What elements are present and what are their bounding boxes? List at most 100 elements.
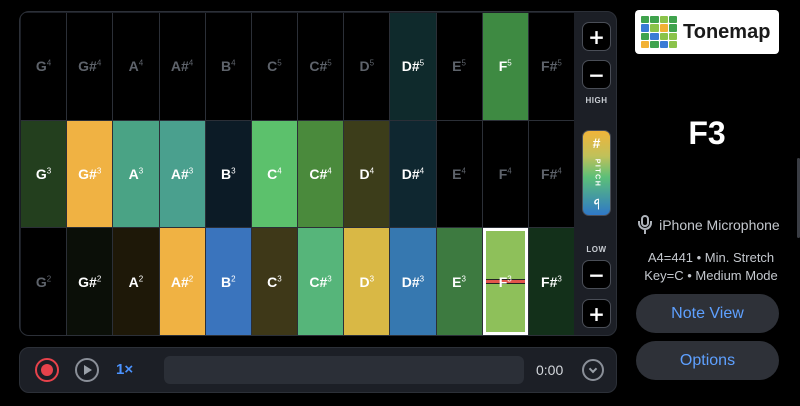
note-cell[interactable]: A4	[113, 13, 159, 120]
note-cell[interactable]: G#2	[67, 228, 113, 335]
note-label: A#3	[170, 165, 194, 182]
note-cell[interactable]: B3	[205, 120, 251, 228]
note-label: D3	[359, 273, 375, 290]
low-label: LOW	[586, 245, 607, 254]
note-label: E3	[452, 273, 466, 290]
note-cell[interactable]: D5	[344, 13, 390, 120]
note-cell[interactable]: G4	[21, 13, 67, 120]
input-device-name: iPhone Microphone	[659, 217, 780, 233]
play-icon	[84, 365, 92, 375]
note-cell[interactable]: C#5	[298, 13, 344, 120]
recording-timeline[interactable]	[164, 356, 524, 384]
note-cell[interactable]: G3	[21, 120, 67, 228]
note-label: G3	[35, 165, 52, 182]
note-cell[interactable]: G#3	[67, 120, 113, 228]
high-octave-down-button[interactable]: −	[582, 60, 611, 89]
note-label: C5	[267, 58, 282, 75]
options-button[interactable]: Options	[636, 341, 779, 380]
note-label: G#3	[78, 165, 102, 182]
note-label: C#4	[309, 165, 332, 182]
current-note-display: F3	[688, 115, 726, 151]
note-label: A#2	[170, 273, 194, 290]
note-cell[interactable]: E5	[436, 13, 482, 120]
note-label: G2	[35, 273, 52, 290]
pitch-label: PITCH	[593, 158, 600, 188]
note-label: B2	[220, 273, 236, 290]
note-cell[interactable]: A#3	[159, 120, 205, 228]
note-cell[interactable]: F#5	[528, 13, 574, 120]
low-octave-up-button[interactable]: +	[582, 299, 611, 328]
note-label: C4	[267, 165, 282, 182]
note-cell[interactable]: F#3	[528, 228, 574, 335]
record-button[interactable]	[35, 358, 59, 382]
tuning-settings: A4=441 • Min. Stretch	[647, 250, 775, 265]
note-cell[interactable]: C3	[251, 228, 297, 335]
note-cell[interactable]: F5	[482, 13, 528, 120]
note-label: A#4	[170, 58, 194, 75]
note-label: A2	[128, 273, 144, 290]
tonemap-logo-icon	[641, 16, 677, 48]
pitch-slider[interactable]: # PITCH ♭	[582, 130, 611, 216]
key-mode-settings: Key=C • Medium Mode	[644, 268, 778, 283]
note-cell[interactable]: G2	[21, 228, 67, 335]
chevron-down-icon	[588, 364, 598, 373]
note-label: G#4	[78, 58, 102, 75]
note-label: C3	[267, 273, 282, 290]
flat-icon: ♭	[593, 196, 600, 212]
note-cell[interactable]: D#4	[390, 120, 436, 228]
note-view-button[interactable]: Note View	[636, 294, 779, 333]
note-label: F5	[498, 58, 512, 75]
note-cell[interactable]: E3	[436, 228, 482, 335]
note-label: B4	[220, 58, 236, 75]
note-label: E5	[452, 58, 466, 75]
note-cell[interactable]: C5	[251, 13, 297, 120]
note-label: C#3	[309, 273, 332, 290]
note-cell[interactable]: F3	[482, 228, 528, 335]
note-cell[interactable]: A3	[113, 120, 159, 228]
note-cell[interactable]: D3	[344, 228, 390, 335]
note-label: B3	[220, 165, 236, 182]
playback-speed-button[interactable]: 1×	[116, 361, 133, 378]
octave-controls: + − HIGH # PITCH ♭ LOW − +	[576, 12, 616, 335]
note-label: F#3	[541, 273, 562, 290]
note-cell[interactable]: C#4	[298, 120, 344, 228]
low-octave-down-button[interactable]: −	[582, 260, 611, 289]
transport-bar: 1× 0:00	[19, 347, 617, 393]
note-label: E4	[452, 165, 466, 182]
app-name: Tonemap	[683, 20, 771, 43]
high-label: HIGH	[585, 96, 608, 105]
note-cell[interactable]: D4	[344, 120, 390, 228]
play-button[interactable]	[75, 358, 99, 382]
note-cell[interactable]: C#3	[298, 228, 344, 335]
note-cell[interactable]: A2	[113, 228, 159, 335]
note-cell[interactable]: C4	[251, 120, 297, 228]
note-cell[interactable]: D#3	[390, 228, 436, 335]
note-label: C#5	[309, 58, 332, 75]
note-label: F3	[498, 273, 512, 290]
note-label: F#4	[541, 165, 562, 182]
note-cell[interactable]: B2	[205, 228, 251, 335]
note-label: D#4	[401, 165, 425, 182]
note-cell[interactable]: D#5	[390, 13, 436, 120]
note-label: D5	[359, 58, 375, 75]
high-octave-up-button[interactable]: +	[582, 22, 611, 51]
note-label: F#5	[541, 58, 562, 75]
note-label: G#2	[78, 273, 102, 290]
note-label: A3	[128, 165, 144, 182]
note-cell[interactable]: G#4	[67, 13, 113, 120]
record-icon	[41, 364, 53, 376]
note-cell[interactable]: F4	[482, 120, 528, 228]
note-cell[interactable]: A#4	[159, 13, 205, 120]
app-logo: Tonemap	[635, 10, 779, 54]
note-label: F4	[498, 165, 512, 182]
note-label: D#5	[401, 58, 425, 75]
note-cell[interactable]: A#2	[159, 228, 205, 335]
input-device-selector[interactable]: iPhone Microphone	[638, 215, 788, 235]
note-cell[interactable]: B4	[205, 13, 251, 120]
note-grid: G4 G#4 A4 A#4 B4 C5 C#5 D5 D#5 E5 F5 F#5 G3 G#3 A3 A#3 B…	[21, 13, 574, 335]
expand-button[interactable]	[582, 359, 604, 381]
sharp-icon: #	[592, 135, 601, 151]
note-cell[interactable]: E4	[436, 120, 482, 228]
time-readout: 0:00	[536, 362, 564, 378]
note-cell[interactable]: F#4	[528, 120, 574, 228]
